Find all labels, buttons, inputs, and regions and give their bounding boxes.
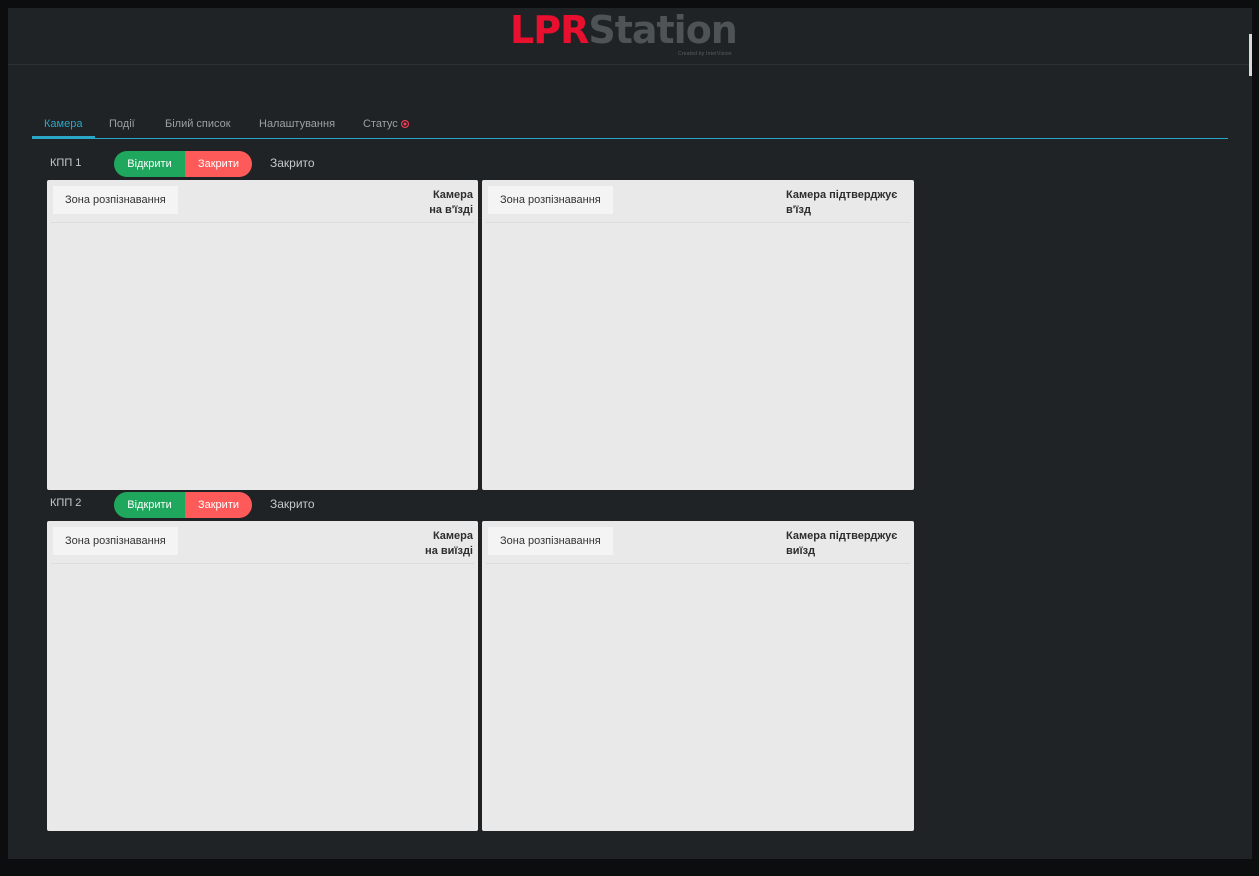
checkpoint-1-gate-status: Закрито <box>270 156 315 170</box>
logo-station: Station <box>588 8 738 52</box>
recognition-zone-button[interactable]: Зона розпізнавання <box>53 527 178 555</box>
tab-status-label: Статус <box>363 118 398 130</box>
app-window: LPRStation Created by InterVision Камера… <box>8 8 1252 859</box>
lprstation-logo: LPRStation <box>510 8 738 52</box>
status-error-dot-icon <box>400 120 409 129</box>
camera-panel-header: Зона розпізнавання Камера на в'їзді <box>51 184 474 223</box>
recognition-zone-button[interactable]: Зона розпізнавання <box>488 527 613 555</box>
checkpoint-1-close-button[interactable]: Закрити <box>185 151 252 177</box>
edge-scroll-marker <box>1249 34 1252 76</box>
checkpoint-1-entry-camera-panel: Зона розпізнавання Камера на в'їзді <box>47 180 478 490</box>
camera-title: Камера на в'їзді <box>429 189 473 216</box>
camera-panel-header: Зона розпізнавання Камера підтверджує в'… <box>486 184 910 223</box>
logo-tagline: Created by InterVision <box>678 51 732 57</box>
checkpoint-2-open-button[interactable]: Відкрити <box>114 492 185 518</box>
camera-panel-header: Зона розпізнавання Камера на виїзді <box>51 525 474 564</box>
camera-title: Камера на виїзді <box>425 530 473 557</box>
tab-status[interactable]: Статус <box>363 118 409 130</box>
tab-camera[interactable]: Камера <box>44 118 82 130</box>
active-tab-underline <box>32 136 95 139</box>
checkpoint-1-confirm-camera-panel: Зона розпізнавання Камера підтверджує в'… <box>482 180 914 490</box>
checkpoint-1-label: КПП 1 <box>50 157 82 169</box>
main-tabs: Камера Події Білий список Налаштування С… <box>32 108 1228 139</box>
camera-title: Камера підтверджує виїзд <box>786 530 898 557</box>
recognition-zone-button[interactable]: Зона розпізнавання <box>488 186 613 214</box>
checkpoint-2-label: КПП 2 <box>50 497 82 509</box>
checkpoint-1-gate-controls: Відкрити Закрити <box>114 151 252 177</box>
tab-settings[interactable]: Налаштування <box>259 118 335 130</box>
camera-panel-header: Зона розпізнавання Камера підтверджує ви… <box>486 525 910 564</box>
tab-whitelist[interactable]: Білий список <box>165 118 231 130</box>
checkpoint-2-confirm-camera-panel: Зона розпізнавання Камера підтверджує ви… <box>482 521 914 831</box>
logo-lpr: LPR <box>510 8 589 52</box>
header: LPRStation Created by InterVision <box>8 8 1252 65</box>
recognition-zone-button[interactable]: Зона розпізнавання <box>53 186 178 214</box>
camera-title: Камера підтверджує в'їзд <box>786 189 898 216</box>
checkpoint-2-gate-controls: Відкрити Закрити <box>114 492 252 518</box>
checkpoint-2-exit-camera-panel: Зона розпізнавання Камера на виїзді <box>47 521 478 831</box>
tab-events[interactable]: Події <box>109 118 135 130</box>
checkpoint-2-close-button[interactable]: Закрити <box>185 492 252 518</box>
checkpoint-2-gate-status: Закрито <box>270 497 315 511</box>
checkpoint-1-open-button[interactable]: Відкрити <box>114 151 185 177</box>
